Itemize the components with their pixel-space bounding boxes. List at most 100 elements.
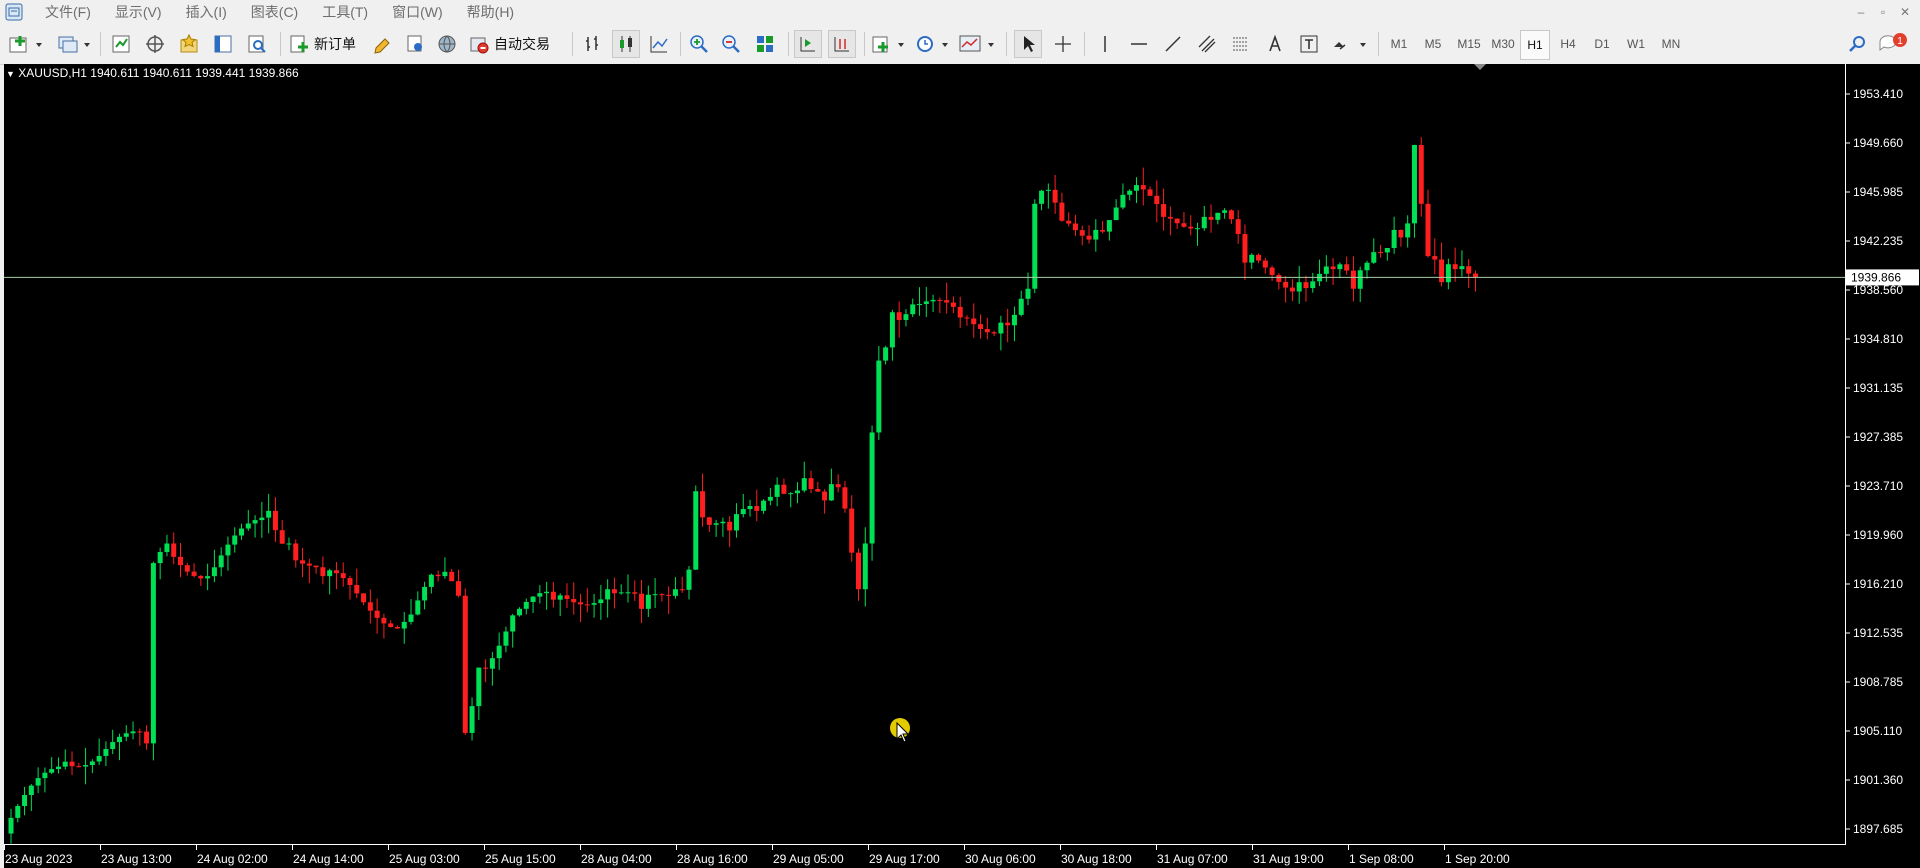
candle-body: [761, 500, 767, 511]
candle-body: [1418, 145, 1424, 204]
periods-button[interactable]: [914, 30, 950, 58]
chart-symbol-info: ▼ XAUUSD,H1 1940.611 1940.611 1939.441 1…: [6, 66, 299, 80]
templates-button[interactable]: [958, 30, 996, 58]
timeframe-m15[interactable]: M15: [1452, 30, 1486, 58]
candle-body: [1466, 266, 1472, 274]
timeframe-m1[interactable]: M1: [1384, 30, 1414, 58]
navigator-button[interactable]: [176, 30, 202, 58]
search-button[interactable]: [1844, 30, 1870, 58]
menu-tools[interactable]: 工具(T): [310, 0, 380, 24]
signals-button[interactable]: [402, 30, 428, 58]
text-label-button[interactable]: [1296, 30, 1322, 58]
candle-body: [239, 528, 245, 536]
candle-body: [571, 598, 577, 603]
data-window-button[interactable]: [142, 30, 168, 58]
candlestick-chart-button[interactable]: [612, 30, 640, 58]
horizontal-line-button[interactable]: [1126, 30, 1152, 58]
fibonacci-button[interactable]: [1228, 30, 1254, 58]
candle-body: [1445, 264, 1451, 283]
candle-body: [381, 617, 387, 624]
restore-icon[interactable]: ▫: [1872, 0, 1894, 24]
timeframe-h4[interactable]: H4: [1554, 30, 1582, 58]
candle-body: [645, 594, 651, 609]
notification-count: 1: [1897, 36, 1903, 47]
candle-body: [1059, 202, 1065, 221]
metaeditor-icon: [374, 38, 390, 54]
metaeditor-button[interactable]: [370, 30, 396, 58]
candle-body: [1066, 220, 1072, 224]
timeframe-m5[interactable]: M5: [1418, 30, 1448, 58]
candle-body: [686, 569, 692, 590]
candle-body: [808, 478, 814, 490]
menu-file[interactable]: 文件(F): [33, 0, 103, 24]
vertical-line-button[interactable]: [1092, 30, 1118, 58]
community-button[interactable]: [434, 30, 460, 58]
chat-bubble-icon: 1: [1879, 33, 1907, 51]
chart-shift-button[interactable]: [828, 30, 856, 58]
auto-trading-button[interactable]: 自动交易: [468, 30, 562, 58]
candle-body: [578, 602, 584, 605]
line-chart-button[interactable]: [646, 30, 672, 58]
candle-body: [964, 317, 970, 319]
profiles-button[interactable]: [56, 30, 92, 58]
cursor-tool-button[interactable]: [1014, 30, 1042, 58]
candle-body: [1133, 185, 1139, 191]
chart-window[interactable]: 1953.410 1949.660 1945.985 1942.235 1938.560…: [4, 64, 1920, 868]
candle-body: [944, 300, 950, 303]
market-watch-button[interactable]: [108, 30, 134, 58]
candle-body: [1256, 254, 1262, 261]
timeframe-d1[interactable]: D1: [1588, 30, 1616, 58]
timeframe-m30[interactable]: M30: [1486, 30, 1520, 58]
menu-window[interactable]: 窗口(W): [380, 0, 455, 24]
candle-body: [408, 614, 414, 622]
auto-scroll-button[interactable]: [794, 30, 822, 58]
candle-body: [1113, 207, 1119, 221]
time-tick-label: 28 Aug 16:00: [677, 852, 748, 866]
globe-icon: [438, 35, 456, 53]
trendline-button[interactable]: [1160, 30, 1186, 58]
minimize-icon[interactable]: –: [1850, 0, 1872, 24]
candle-body: [232, 535, 238, 545]
time-tick-label: 23 Aug 13:00: [101, 852, 172, 866]
new-chart-button[interactable]: [8, 30, 44, 58]
bar-chart-button[interactable]: [580, 30, 606, 58]
zoom-out-button[interactable]: [718, 30, 744, 58]
new-order-button[interactable]: 新订单: [288, 30, 362, 58]
candle-body: [1310, 281, 1316, 289]
zoom-in-button[interactable]: [686, 30, 712, 58]
candle-body: [815, 489, 821, 492]
timeframe-mn[interactable]: MN: [1656, 30, 1686, 58]
notifications-button[interactable]: 1: [1876, 30, 1910, 58]
candle-body: [1459, 266, 1465, 270]
text-tool-button[interactable]: [1262, 30, 1288, 58]
candle-body: [503, 631, 509, 646]
tile-windows-button[interactable]: [752, 30, 778, 58]
strategy-tester-button[interactable]: [244, 30, 270, 58]
timeframe-h1[interactable]: H1: [1520, 30, 1550, 60]
close-icon[interactable]: ✕: [1894, 0, 1916, 24]
crosshair-button[interactable]: [1050, 30, 1076, 58]
timeframe-w1[interactable]: W1: [1622, 30, 1650, 58]
candle-body: [164, 543, 170, 553]
equidistant-channel-button[interactable]: [1194, 30, 1220, 58]
menu-insert[interactable]: 插入(I): [174, 0, 239, 24]
menu-help[interactable]: 帮助(H): [455, 0, 526, 24]
candle-body: [347, 578, 353, 585]
candlestick-chart[interactable]: 1953.4101949.6601945.9851942.2351938.560…: [4, 64, 1920, 868]
candle-body: [157, 552, 163, 564]
menu-view[interactable]: 显示(V): [103, 0, 174, 24]
new-chart-icon: [9, 36, 42, 53]
candle-body: [1011, 314, 1017, 326]
menu-charts[interactable]: 图表(C): [239, 0, 310, 24]
collapse-triangle-icon[interactable]: ▼: [6, 69, 15, 79]
search-icon: [1849, 36, 1865, 52]
time-tick-label: 29 Aug 17:00: [869, 852, 940, 866]
candle-body: [116, 736, 122, 743]
candle-body: [1127, 190, 1133, 195]
candle-body: [252, 520, 258, 524]
indicators-button[interactable]: [870, 30, 906, 58]
candle-body: [401, 621, 407, 629]
terminal-button[interactable]: [210, 30, 236, 58]
candle-body: [984, 328, 990, 333]
arrows-button[interactable]: [1330, 30, 1368, 58]
